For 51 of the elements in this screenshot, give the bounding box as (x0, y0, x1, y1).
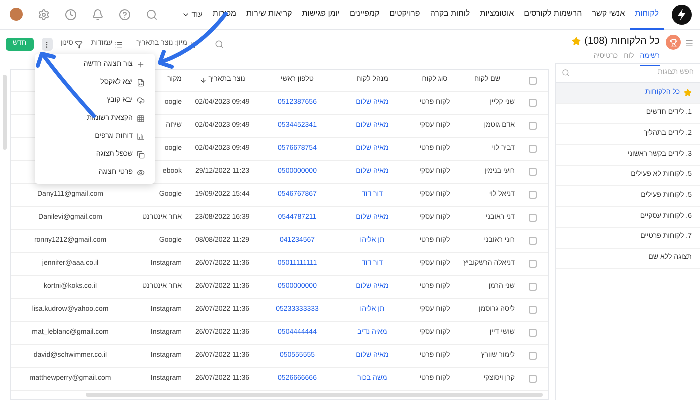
app-logo-icon[interactable] (672, 4, 692, 24)
page-title: כל הלקוחות (108) (584, 34, 660, 49)
plus-icon (137, 61, 145, 69)
checkbox[interactable] (529, 99, 537, 107)
search-icon[interactable] (562, 69, 570, 77)
upload-icon (137, 97, 145, 105)
checkbox[interactable] (529, 260, 537, 268)
help-icon[interactable] (119, 8, 131, 20)
star-icon (684, 88, 692, 97)
search-icon[interactable] (215, 40, 224, 49)
clock-icon[interactable] (65, 8, 77, 20)
scrollbar[interactable] (3, 75, 7, 150)
nav-tab[interactable]: לקוחות (630, 0, 664, 30)
nav-tab[interactable]: קריאות שירות (242, 0, 298, 30)
search-icon[interactable] (146, 8, 158, 20)
bar-chart-icon (137, 133, 145, 141)
checkbox[interactable] (529, 76, 537, 84)
checkbox[interactable] (529, 168, 537, 176)
avatar[interactable] (10, 8, 23, 21)
nav-tab[interactable]: פרויקטים (384, 0, 426, 30)
arrow-down-icon (200, 77, 207, 84)
scrollbar[interactable] (86, 393, 543, 397)
nav-tab[interactable]: קמפיינים (345, 0, 385, 30)
settings-icon[interactable] (38, 8, 50, 20)
checkbox[interactable] (529, 329, 537, 337)
checkbox[interactable] (529, 214, 537, 222)
more-options-button[interactable] (42, 38, 53, 51)
nav-tab[interactable]: יומן פגישות (297, 0, 345, 30)
spreadsheet-icon (137, 79, 145, 87)
checkbox[interactable] (529, 283, 537, 291)
eye-icon (137, 169, 145, 177)
more-menu[interactable]: עוד (176, 0, 208, 30)
checkbox[interactable] (529, 122, 537, 130)
checkbox[interactable] (529, 352, 537, 360)
filter-icon (75, 40, 84, 48)
star-icon[interactable] (572, 37, 581, 46)
checkbox[interactable] (529, 191, 537, 199)
checkbox[interactable] (529, 375, 537, 383)
checkbox[interactable] (529, 237, 537, 245)
copy-icon (137, 151, 145, 159)
nav-tab[interactable]: הרשמות לקורסים (519, 0, 588, 30)
checkbox[interactable] (529, 306, 537, 314)
nav-tab[interactable]: אוטומציות (475, 0, 520, 30)
view-avatar-icon (666, 35, 681, 50)
bell-icon[interactable] (92, 8, 104, 20)
nav-tab[interactable]: אנשי קשר (587, 0, 630, 30)
nav-tab[interactable]: לוחות בקרה (425, 0, 476, 30)
checkbox[interactable] (529, 145, 537, 153)
menu-icon[interactable] (685, 39, 694, 48)
list-icon (114, 40, 123, 48)
grid-icon (137, 115, 145, 123)
